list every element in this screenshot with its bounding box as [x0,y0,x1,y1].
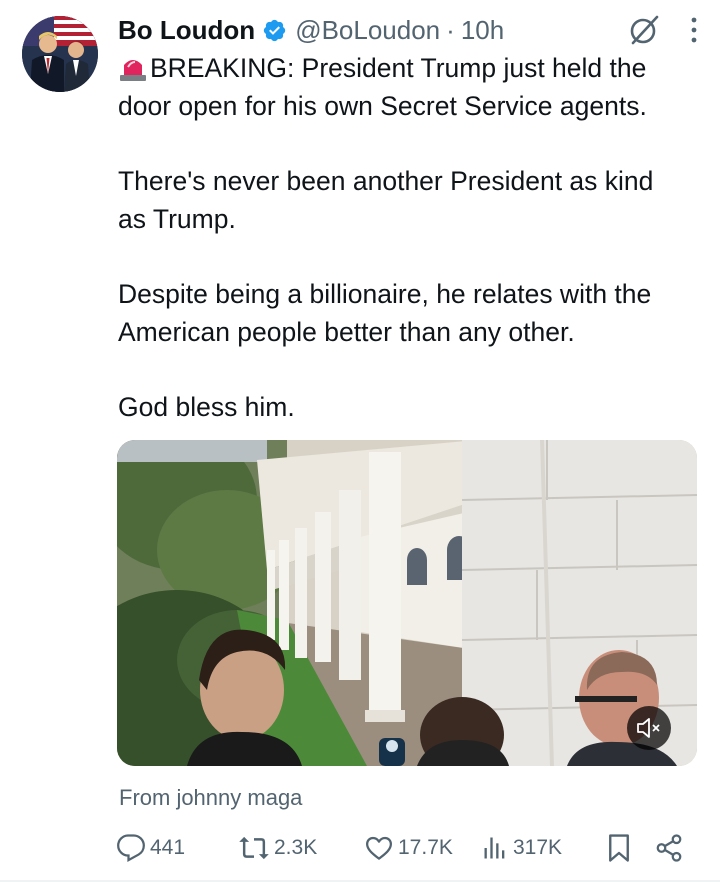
share-icon [656,834,682,862]
more-icon[interactable] [684,15,704,45]
tweet-line: as Trump. [118,203,236,234]
video-frame [117,440,697,766]
action-bar: 441 2.3K 17.7K 317K [116,830,696,866]
tweet-header: Bo Loudon @BoLoudon · 10h [118,12,704,48]
tweet-line: Despite being a billionaire, he relates … [118,279,652,309]
siren-icon [120,60,146,81]
tweet-paragraph: There's never been another President as … [118,163,708,238]
bookmark-icon [609,834,629,862]
tweet-line: BREAKING: President Trump just held the [150,53,647,83]
grok-icon[interactable] [628,14,660,46]
tweet-text: BREAKING: President Trump just held the d… [118,50,708,427]
avatar[interactable] [22,16,98,92]
like-count: 17.7K [398,836,453,859]
views-button[interactable]: 317K [481,830,562,866]
source-attribution[interactable]: From johnny maga [119,785,302,811]
mute-icon [637,718,660,738]
tweet-line: God bless him. [118,392,295,422]
author-handle[interactable]: @BoLoudon [295,15,440,46]
tweet-line: door open for his own Secret Service age… [118,90,647,121]
verified-badge-icon [264,19,286,41]
repost-icon [239,836,269,860]
tweet-paragraph: God bless him. [118,389,708,427]
views-icon [484,837,505,859]
repost-button[interactable]: 2.3K [238,830,317,866]
author-name[interactable]: Bo Loudon [118,15,255,46]
reply-button[interactable]: 441 [116,830,185,866]
share-button[interactable] [654,830,688,866]
like-button[interactable]: 17.7K [364,830,453,866]
like-icon [366,836,392,860]
views-count: 317K [513,836,563,859]
tweet-paragraph: BREAKING: President Trump just held the d… [118,50,708,125]
tweet-line: American people better than any other. [118,316,575,347]
tweet-paragraph: Despite being a billionaire, he relates … [118,276,708,351]
separator-dot: · [446,14,455,45]
mute-button[interactable] [627,706,671,750]
tweet-line: There's never been another President as … [118,166,654,196]
bookmark-button[interactable] [606,830,636,866]
reply-icon [117,834,145,863]
reply-count: 441 [150,836,186,859]
repost-count: 2.3K [274,836,318,859]
timestamp[interactable]: 10h [461,15,504,46]
video-player[interactable] [117,440,697,766]
avatar-image [22,16,98,92]
